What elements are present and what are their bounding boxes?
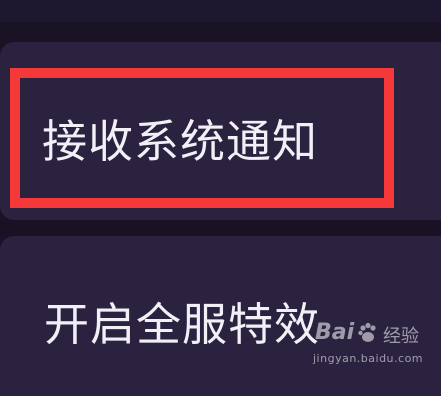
watermark-brand-cn: 经验	[383, 326, 419, 347]
paw-icon	[358, 322, 376, 342]
setting-label-system-notifications: 接收系统通知	[42, 115, 319, 168]
top-strip	[0, 0, 441, 22]
settings-screen: 接收系统通知 开启全服特效 Bai 经验 jingyan.baidu.com	[0, 0, 441, 396]
watermark-brand-latin: Bai	[315, 320, 355, 345]
watermark-url: jingyan.baidu.com	[313, 352, 424, 365]
row-divider	[0, 220, 441, 236]
baidu-jingyan-watermark: Bai 经验 jingyan.baidu.com	[313, 314, 433, 370]
setting-label-server-effects: 开启全服特效	[44, 298, 321, 351]
